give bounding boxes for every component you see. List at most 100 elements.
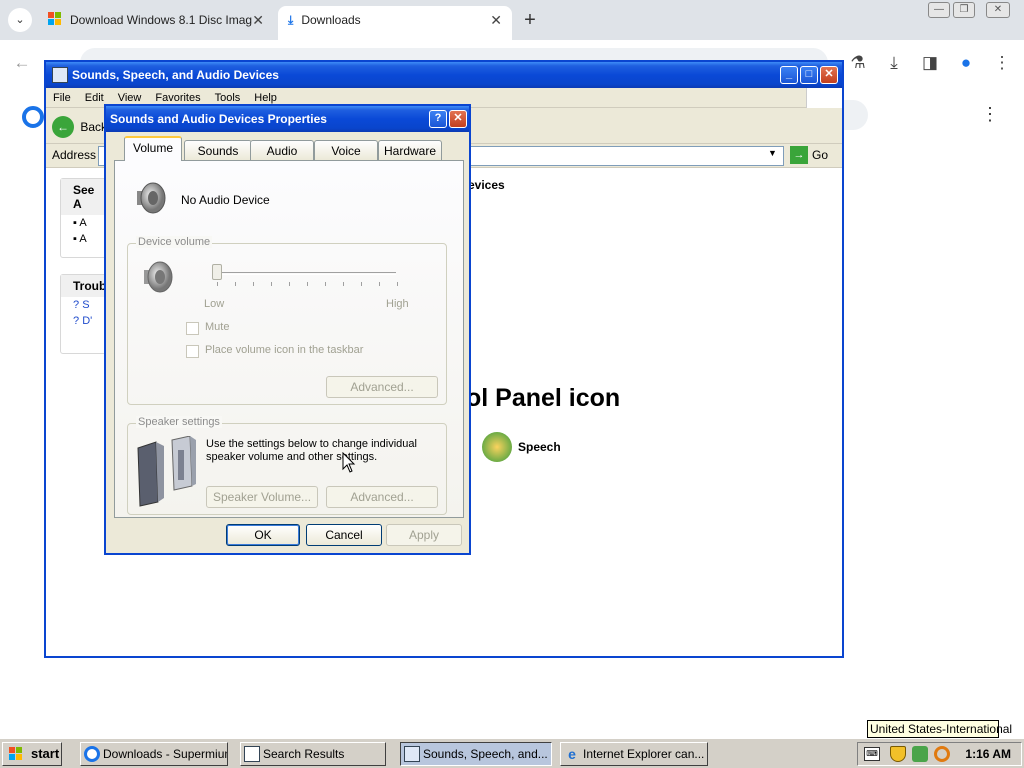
close-window-button[interactable]: ✕ <box>986 2 1010 18</box>
slider-tick <box>361 282 362 286</box>
sound-properties-dialog: Sounds and Audio Devices Properties ? ✕ … <box>104 104 471 555</box>
speaker-settings-group: Speaker settings Use the settings below … <box>127 416 447 515</box>
mute-label: Mute <box>205 321 230 333</box>
labs-icon[interactable]: ⚗ <box>846 52 870 76</box>
cancel-button[interactable]: Cancel <box>306 524 382 546</box>
slider-tick <box>307 282 308 286</box>
menu-icon[interactable]: ⋮ <box>990 52 1014 76</box>
dialog-title-bar[interactable]: Sounds and Audio Devices Properties ? ✕ <box>106 106 469 132</box>
task-label: Sounds, Speech, and... <box>423 747 548 761</box>
speakers-icon <box>137 436 196 507</box>
minimize-button[interactable]: _ <box>780 66 798 84</box>
keyboard-icon[interactable]: ⌨ <box>864 747 880 761</box>
close-button[interactable]: ✕ <box>820 66 838 84</box>
apply-button[interactable]: Apply <box>386 524 462 546</box>
new-tab-button[interactable]: + <box>520 8 540 32</box>
restore-button[interactable]: ❐ <box>953 2 975 18</box>
slider-track <box>212 272 396 275</box>
dropdown-arrow-icon[interactable]: ▼ <box>768 148 777 158</box>
start-button[interactable]: start <box>2 742 62 766</box>
task-label: Search Results <box>263 747 345 761</box>
task-label: Downloads - Supermium <box>103 747 228 761</box>
device-name: No Audio Device <box>181 193 270 207</box>
back-arrow-icon: ← <box>52 115 74 138</box>
tab-label: Download Windows 8.1 Disc Imag <box>70 13 253 27</box>
system-tray: ⌨ 1:16 AM <box>857 742 1022 766</box>
close-button[interactable]: ✕ <box>449 110 467 128</box>
slider-tick <box>343 282 344 286</box>
clock: 1:16 AM <box>965 747 1011 761</box>
speaker-icon <box>137 182 166 214</box>
go-arrow-icon[interactable]: → <box>790 146 808 164</box>
troubleshooters-heading: Troub <box>61 275 109 297</box>
slider-thumb[interactable] <box>212 264 222 280</box>
device-volume-caption: Device volume <box>136 236 213 248</box>
chevron-down-icon: ⌄ <box>15 14 25 26</box>
profile-icon[interactable]: ● <box>954 52 978 76</box>
pick-icon-heading: ol Panel icon <box>466 384 621 412</box>
task-search-results[interactable]: Search Results <box>240 742 386 766</box>
input-language-tooltip: United States-International <box>867 720 1012 738</box>
slider-tick <box>217 282 218 286</box>
tab-label: Downloads <box>301 13 361 27</box>
back-icon[interactable]: ← <box>10 52 34 76</box>
supermium-icon <box>84 746 100 762</box>
window-title-bar[interactable]: Sounds, Speech, and Audio Devices _ □ ✕ <box>46 62 842 88</box>
dialog-title: Sounds and Audio Devices Properties <box>110 112 327 126</box>
menu-file[interactable]: File <box>46 88 78 108</box>
troubleshooter-item[interactable]: ? D' <box>61 313 109 329</box>
see-also-item[interactable]: ▪ A <box>61 215 109 231</box>
security-shield-icon[interactable] <box>890 746 906 762</box>
slider-tick <box>235 282 236 286</box>
volume-tab-panel: No Audio Device Device volume Low High M… <box>114 160 464 518</box>
speaker-advanced-button[interactable]: Advanced... <box>326 486 438 508</box>
minimize-button[interactable]: — <box>928 2 950 18</box>
volume-speaker-icon <box>144 261 173 293</box>
tab-voice[interactable]: Voice <box>314 140 378 160</box>
side-panel-icon[interactable]: ◨ <box>918 52 942 76</box>
see-also-panel: See A ▪ A ▪ A <box>60 178 110 258</box>
volume-low-label: Low <box>204 298 225 310</box>
speaker-settings-caption: Speaker settings <box>136 416 222 428</box>
mute-checkbox[interactable] <box>186 322 199 335</box>
start-label: start <box>31 746 60 761</box>
network-icon[interactable] <box>912 746 928 762</box>
tab-search-button[interactable]: ⌄ <box>8 8 32 32</box>
taskbar-icon-checkbox[interactable] <box>186 345 199 358</box>
close-tab-icon[interactable]: ✕ <box>252 6 264 34</box>
device-volume-group: Device volume Low High Mute Place volume… <box>127 236 447 405</box>
tab-hardware[interactable]: Hardware <box>378 140 442 160</box>
ok-button[interactable]: OK <box>226 524 300 546</box>
see-also-heading: See A <box>61 179 109 215</box>
speaker-volume-button[interactable]: Speaker Volume... <box>206 486 318 508</box>
volume-slider[interactable] <box>206 258 402 288</box>
troubleshooters-panel: Troub ? S ? D' <box>60 274 110 354</box>
page-menu-icon[interactable]: ⋮ <box>976 104 1004 128</box>
speech-icon <box>482 432 512 462</box>
download-icon: ⤓ <box>288 13 294 27</box>
task-internet-explorer[interactable]: e Internet Explorer can... <box>560 742 708 766</box>
tab-sounds[interactable]: Sounds <box>184 140 252 160</box>
tab-downloads[interactable]: ⤓ Downloads ✕ <box>278 6 512 40</box>
maximize-button[interactable]: □ <box>800 66 818 84</box>
task-sounds-speech[interactable]: Sounds, Speech, and... <box>400 742 552 766</box>
help-button[interactable]: ? <box>429 110 447 128</box>
speech-label: Speech <box>518 440 561 454</box>
task-downloads-supermium[interactable]: Downloads - Supermium <box>80 742 228 766</box>
see-also-item[interactable]: ▪ A <box>61 231 109 247</box>
troubleshooter-item[interactable]: ? S <box>61 297 109 313</box>
search-tray-icon[interactable] <box>934 746 950 762</box>
search-results-icon <box>244 746 260 762</box>
tab-download-windows[interactable]: Download Windows 8.1 Disc Imag ✕ <box>38 6 274 40</box>
back-button[interactable]: ← Back <box>52 114 107 138</box>
go-label[interactable]: Go <box>812 148 828 162</box>
address-label: Address <box>52 148 97 162</box>
device-advanced-button[interactable]: Advanced... <box>326 376 438 398</box>
tab-audio[interactable]: Audio <box>250 140 314 160</box>
slider-tick <box>289 282 290 286</box>
slider-tick <box>271 282 272 286</box>
microsoft-logo-icon <box>48 12 62 26</box>
close-tab-icon[interactable]: ✕ <box>490 6 502 34</box>
tab-volume[interactable]: Volume <box>124 136 182 161</box>
download-icon[interactable]: ⤓ <box>882 52 906 76</box>
